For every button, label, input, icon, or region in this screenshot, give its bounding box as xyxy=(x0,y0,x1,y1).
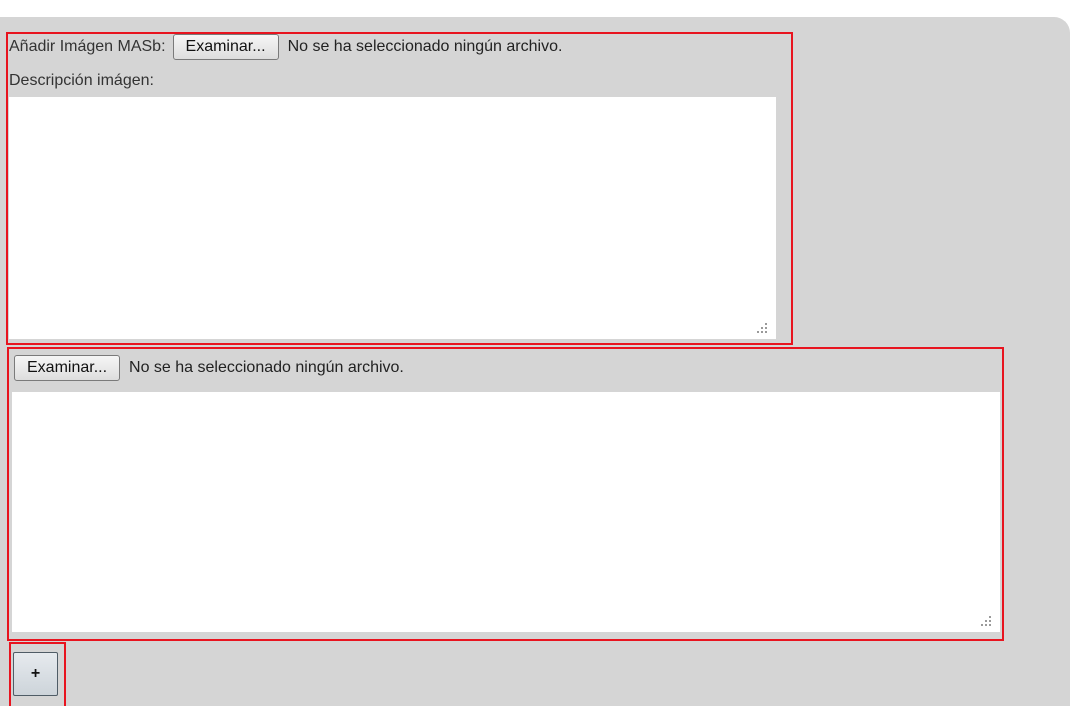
add-button-highlight xyxy=(9,642,66,706)
second-upload-highlight xyxy=(7,347,1004,641)
image-upload-highlight xyxy=(6,32,793,345)
